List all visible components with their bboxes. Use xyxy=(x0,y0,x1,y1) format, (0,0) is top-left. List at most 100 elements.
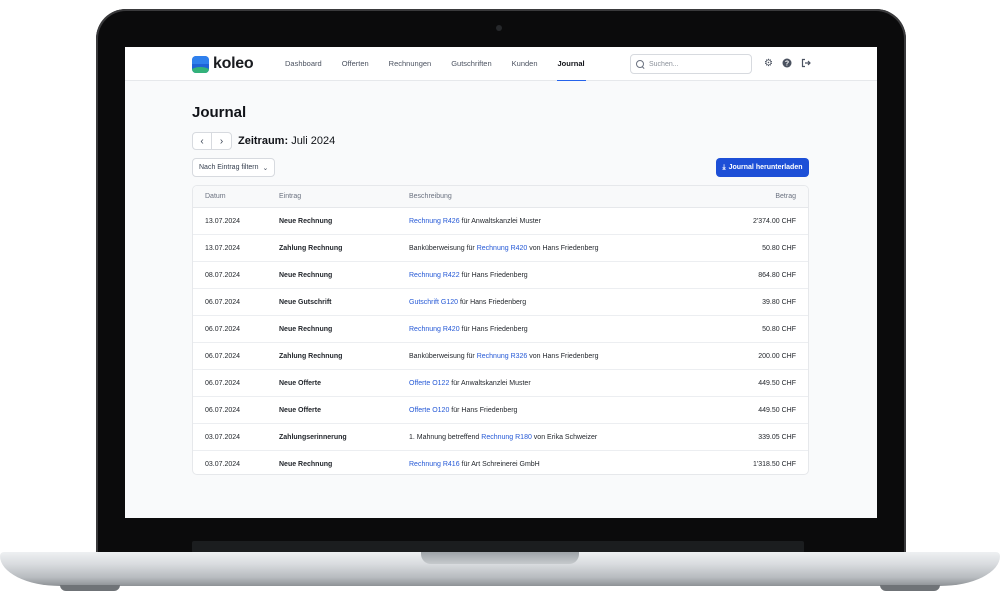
trackpad-notch xyxy=(421,552,579,564)
table-row: 13.07.2024 Neue Rechnung Rechnung R426 f… xyxy=(193,208,808,235)
row-date: 13.07.2024 xyxy=(205,244,241,252)
laptop-frame: koleo Dashboard Offerten Rechnungen Guts… xyxy=(0,0,1000,599)
header-entry: Eintrag xyxy=(279,193,302,200)
row-amount: 39.80 CHF xyxy=(762,298,796,306)
description-suffix: für Art Schreinerei GmbH xyxy=(459,461,540,468)
search-box[interactable] xyxy=(630,54,752,74)
header-description: Beschreibung xyxy=(409,193,452,200)
row-date: 03.07.2024 xyxy=(205,461,241,468)
row-amount: 449.50 CHF xyxy=(758,379,796,387)
description-suffix: für Hans Friedenberg xyxy=(459,325,528,333)
row-date: 06.07.2024 xyxy=(205,325,241,333)
description-suffix: für Hans Friedenberg xyxy=(458,298,527,306)
row-amount: 200.00 CHF xyxy=(758,352,796,360)
row-date: 03.07.2024 xyxy=(205,433,241,441)
row-amount: 1'318.50 CHF xyxy=(753,461,796,468)
description-suffix: von Hans Friedenberg xyxy=(527,352,599,360)
document-link[interactable]: Rechnung R180 xyxy=(481,434,532,441)
nav-offerten[interactable]: Offerten xyxy=(342,47,369,81)
row-entry: Zahlung Rechnung xyxy=(279,352,343,360)
document-link[interactable]: Gutschrift G120 xyxy=(409,299,458,306)
laptop-foot xyxy=(880,585,940,591)
search-icon xyxy=(636,59,645,69)
table-row: 03.07.2024 Zahlungserinnerung 1. Mahnung… xyxy=(193,424,808,451)
nav-rechnungen[interactable]: Rechnungen xyxy=(389,47,432,81)
camera xyxy=(496,25,502,31)
description-suffix: von Hans Friedenberg xyxy=(527,244,599,252)
row-date: 06.07.2024 xyxy=(205,298,241,306)
nav-journal[interactable]: Journal xyxy=(556,47,586,81)
laptop-foot xyxy=(60,585,120,591)
document-link[interactable]: Rechnung R420 xyxy=(477,245,528,252)
chevron-left-icon: ‹ xyxy=(200,135,204,147)
row-description: Rechnung R426 für Anwaltskanzlei Muster xyxy=(409,218,699,225)
download-journal-button[interactable]: ⤓ Journal herunterladen xyxy=(716,158,809,177)
gear-icon[interactable]: ⚙ xyxy=(763,58,774,69)
row-amount: 449.50 CHF xyxy=(758,406,796,414)
table-row: 03.07.2024 Neue Rechnung Rechnung R416 f… xyxy=(193,451,808,474)
nav-gutschriften[interactable]: Gutschriften xyxy=(451,47,491,81)
logout-icon[interactable] xyxy=(800,58,811,69)
row-entry: Neue Rechnung xyxy=(279,325,333,333)
description-prefix: 1. Mahnung betreffend xyxy=(409,433,482,441)
document-link[interactable]: Rechnung R326 xyxy=(477,353,528,360)
chevron-down-icon: ⌄ xyxy=(262,164,269,172)
document-link[interactable]: Rechnung R426 xyxy=(409,218,460,225)
app-logo[interactable]: koleo xyxy=(192,55,254,73)
row-entry: Neue Rechnung xyxy=(279,271,333,279)
download-icon: ⤓ xyxy=(722,163,726,171)
description-suffix: für Anwaltskanzlei Muster xyxy=(459,217,541,225)
logo-text: koleo xyxy=(213,55,254,72)
next-period-button[interactable]: › xyxy=(212,133,231,149)
period-value: Juli 2024 xyxy=(291,135,336,147)
document-link[interactable]: Rechnung R420 xyxy=(409,326,460,333)
search-input[interactable] xyxy=(649,60,749,68)
row-entry: Zahlungserinnerung xyxy=(279,433,347,441)
row-amount: 2'374.00 CHF xyxy=(753,217,796,225)
filter-label: Nach Eintrag filtern xyxy=(199,164,259,171)
period-display: Zeitraum: Juli 2024 xyxy=(238,135,335,147)
document-link[interactable]: Offerte O122 xyxy=(409,380,449,387)
svg-text:?: ? xyxy=(784,61,788,68)
row-description: Rechnung R422 für Hans Friedenberg xyxy=(409,272,699,279)
app-screen: koleo Dashboard Offerten Rechnungen Guts… xyxy=(125,47,877,518)
main-nav: Dashboard Offerten Rechnungen Gutschrift… xyxy=(285,47,605,81)
download-label: Journal herunterladen xyxy=(728,164,803,171)
row-description: Offerte O122 für Anwaltskanzlei Muster xyxy=(409,380,699,387)
row-amount: 339.05 CHF xyxy=(758,433,796,441)
page-title: Journal xyxy=(192,104,247,121)
row-amount: 50.80 CHF xyxy=(762,244,796,252)
row-entry: Neue Gutschrift xyxy=(279,298,332,306)
top-navbar: koleo Dashboard Offerten Rechnungen Guts… xyxy=(125,47,877,81)
nav-kunden[interactable]: Kunden xyxy=(512,47,538,81)
description-suffix: für Hans Friedenberg xyxy=(449,406,518,414)
table-header: Datum Eintrag Beschreibung Betrag xyxy=(193,186,808,208)
description-prefix: Banküberweisung für xyxy=(409,244,477,252)
row-entry: Neue Rechnung xyxy=(279,461,333,468)
row-description: Rechnung R420 für Hans Friedenberg xyxy=(409,326,699,333)
description-suffix: für Anwaltskanzlei Muster xyxy=(449,379,531,387)
description-prefix: Banküberweisung für xyxy=(409,352,477,360)
description-suffix: für Hans Friedenberg xyxy=(459,271,528,279)
document-link[interactable]: Rechnung R422 xyxy=(409,272,460,279)
nav-dashboard[interactable]: Dashboard xyxy=(285,47,322,81)
document-link[interactable]: Rechnung R416 xyxy=(409,461,460,468)
prev-period-button[interactable]: ‹ xyxy=(193,133,213,149)
row-description: Banküberweisung für Rechnung R326 von Ha… xyxy=(409,353,699,360)
help-icon[interactable]: ? xyxy=(781,58,792,69)
row-date: 06.07.2024 xyxy=(205,406,241,414)
row-entry: Neue Offerte xyxy=(279,379,322,387)
table-row: 13.07.2024 Zahlung Rechnung Banküberweis… xyxy=(193,235,808,262)
filter-dropdown[interactable]: Nach Eintrag filtern ⌄ xyxy=(192,158,276,177)
table-row: 06.07.2024 Neue Rechnung Rechnung R420 f… xyxy=(193,316,808,343)
row-date: 06.07.2024 xyxy=(205,352,241,360)
description-suffix: von Erika Schweizer xyxy=(531,433,598,441)
row-amount: 50.80 CHF xyxy=(762,325,796,333)
document-link[interactable]: Offerte O120 xyxy=(409,407,449,414)
table-row: 06.07.2024 Neue Offerte Offerte O122 für… xyxy=(193,370,808,397)
period-pager: ‹ › xyxy=(192,132,232,150)
row-description: Banküberweisung für Rechnung R420 von Ha… xyxy=(409,245,699,252)
table-row: 06.07.2024 Neue Gutschrift Gutschrift G1… xyxy=(193,289,808,316)
table-row: 08.07.2024 Neue Rechnung Rechnung R422 f… xyxy=(193,262,808,289)
header-amount: Betrag xyxy=(775,193,796,200)
